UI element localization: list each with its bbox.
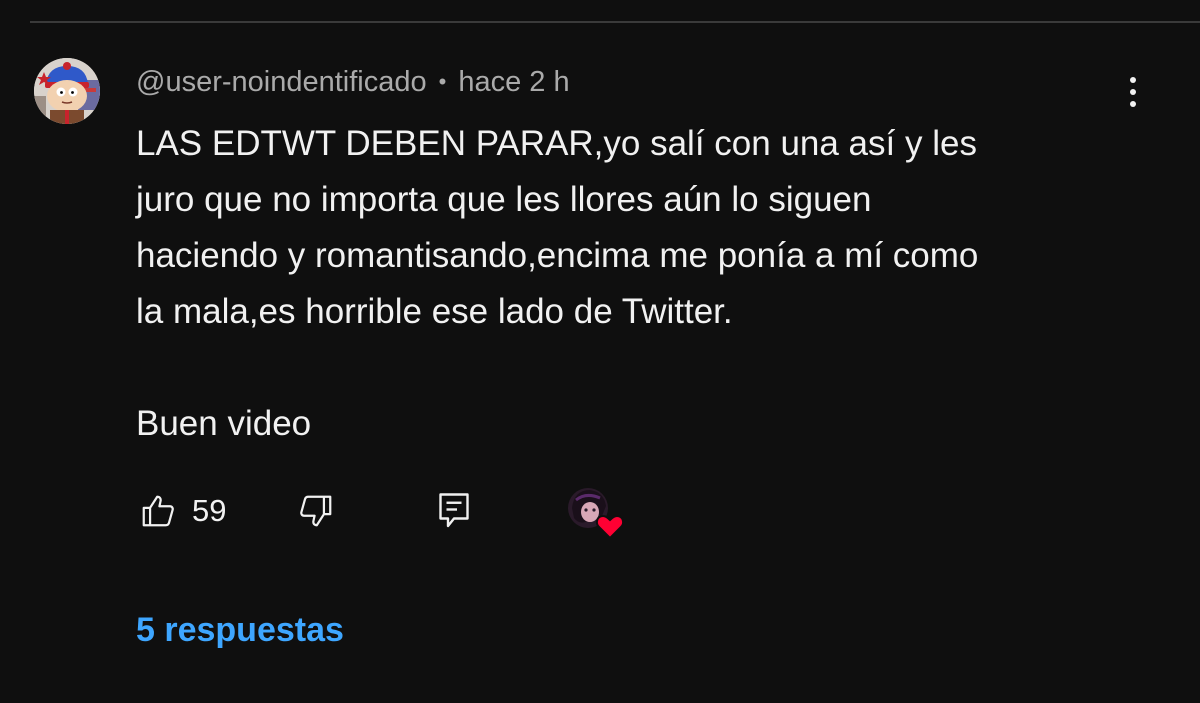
comment-header: @user-noindentificado • hace 2 h [136,62,570,102]
more-options-button[interactable] [1118,72,1148,112]
comment-text: LAS EDTWT DEBEN PARAR,yo salí con una as… [136,124,979,443]
avatar[interactable] [34,58,100,124]
more-vertical-icon-dot [1130,89,1136,95]
more-vertical-icon-dot [1130,101,1136,107]
more-vertical-icon [1130,77,1136,83]
comment-icon [439,493,469,528]
heart-icon [595,514,625,540]
avatar-image [34,58,100,124]
view-replies-button[interactable]: 5 respuestas [136,608,344,652]
meta-separator: • [438,69,447,94]
comment-screen: @user-noindentificado • hace 2 h LAS EDT… [0,0,1200,703]
thumbs-up-icon [142,495,174,527]
author-handle[interactable]: @user-noindentificado [136,66,427,99]
timestamp[interactable]: hace 2 h [458,66,569,99]
reply-button[interactable] [432,486,476,536]
creator-heart [568,488,625,540]
thumbs-down-icon [300,495,332,527]
dislike-button[interactable] [294,486,338,536]
creator-heart-badge [566,486,626,542]
like-count: 59 [192,493,227,528]
divider [30,21,1200,23]
like-button[interactable] [136,486,180,536]
